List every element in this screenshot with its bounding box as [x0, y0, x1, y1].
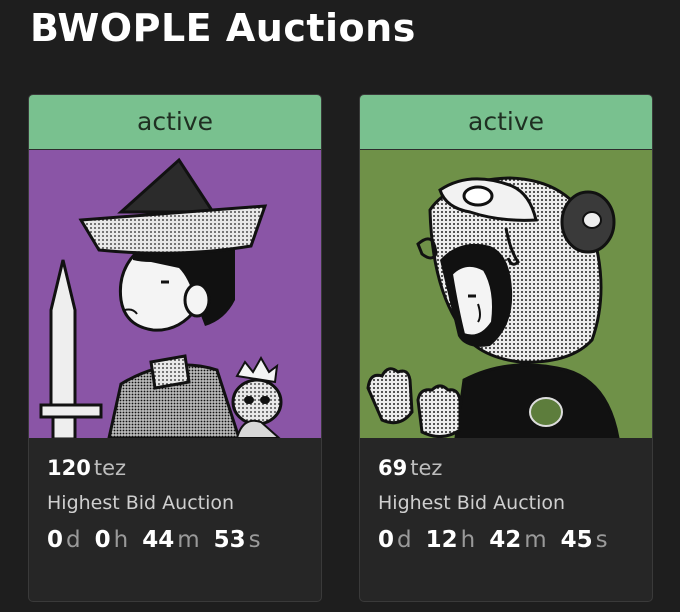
countdown-days: 0 — [378, 527, 395, 553]
character-hands — [366, 367, 462, 438]
countdown-seconds: 53 — [213, 527, 246, 553]
status-badge: active — [29, 95, 321, 150]
sword-graphic — [39, 259, 103, 438]
currency-label: tez — [410, 456, 443, 480]
countdown-timer: 0 d 12 h 42 m 45 s — [378, 524, 652, 556]
current-bid: 69 tez — [378, 454, 652, 484]
minutes-unit: m — [177, 527, 200, 553]
hours-unit: h — [113, 527, 129, 553]
countdown-days: 0 — [47, 527, 64, 553]
character-hat — [78, 157, 268, 255]
hours-unit: h — [460, 527, 476, 553]
frog-patch — [529, 397, 563, 427]
seconds-unit: s — [248, 527, 261, 553]
auction-type: Highest Bid Auction — [378, 492, 566, 514]
countdown-seconds: 45 — [560, 527, 593, 553]
artwork-image[interactable] — [360, 150, 652, 438]
days-unit: d — [397, 527, 412, 553]
minutes-unit: m — [524, 527, 547, 553]
days-unit: d — [66, 527, 81, 553]
countdown-timer: 0 d 0 h 44 m 53 s — [47, 524, 321, 556]
page-title: BWOPLE Auctions — [30, 6, 416, 50]
small-creature — [231, 355, 283, 438]
auction-type: Highest Bid Auction — [47, 492, 235, 514]
countdown-hours: 12 — [425, 527, 458, 553]
character-face — [416, 237, 513, 347]
current-bid: 120 tez — [47, 454, 321, 484]
auction-card[interactable]: active — [359, 94, 653, 602]
bid-amount: 120 — [47, 456, 91, 480]
seconds-unit: s — [595, 527, 608, 553]
countdown-minutes: 42 — [489, 527, 522, 553]
countdown-hours: 0 — [94, 527, 111, 553]
auction-card[interactable]: active — [28, 94, 322, 602]
currency-label: tez — [93, 456, 127, 480]
artwork-image[interactable] — [29, 150, 321, 438]
bid-amount: 69 — [378, 456, 408, 480]
status-badge: active — [360, 95, 652, 150]
countdown-minutes: 44 — [142, 527, 175, 553]
